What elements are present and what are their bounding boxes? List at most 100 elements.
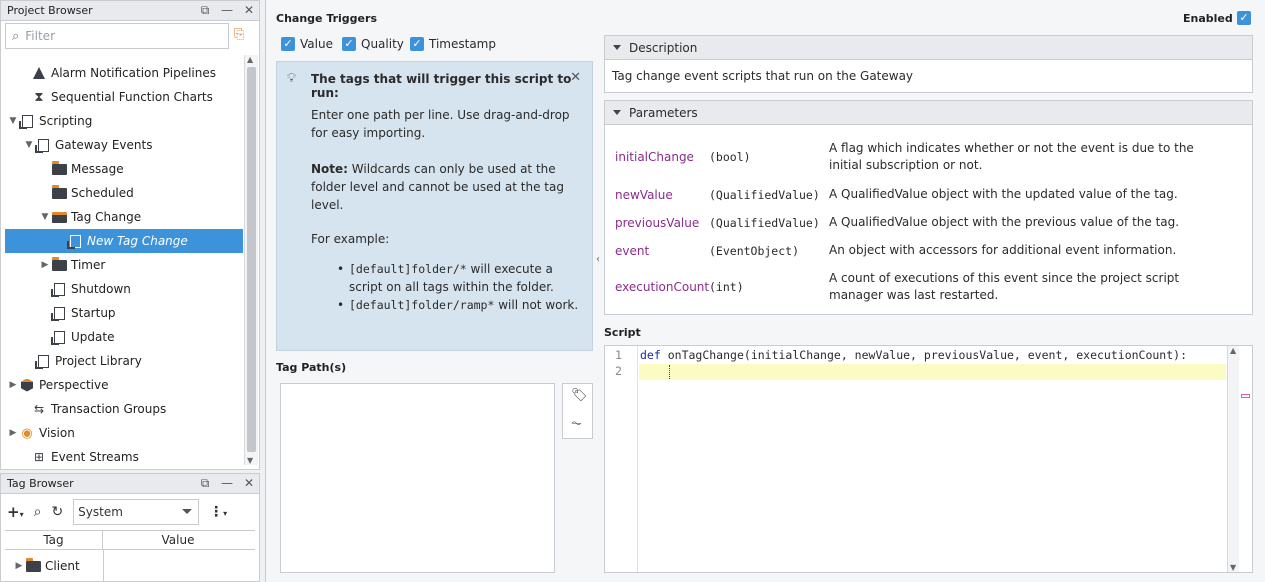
tree-item-sfc[interactable]: ⧗ Sequential Function Charts xyxy=(5,85,243,109)
param-type: (int) xyxy=(709,280,744,294)
minimize-icon[interactable]: — xyxy=(221,476,233,490)
scroll-down-icon[interactable]: ▼ xyxy=(247,456,253,465)
section-title: Parameters xyxy=(629,105,698,120)
example-text: will not work. xyxy=(494,298,579,312)
param-desc: A QualifiedValue object with the updated… xyxy=(829,187,1178,201)
perspective-icon xyxy=(19,377,35,393)
expand-icon[interactable]: ▼ xyxy=(7,116,19,126)
search-icon[interactable]: ⌕ xyxy=(34,504,42,520)
tree-item-label: Timer xyxy=(71,258,106,272)
library-icon xyxy=(34,353,51,369)
add-icon[interactable]: +▾ xyxy=(7,503,24,521)
scroll-thumb[interactable] xyxy=(247,67,256,452)
tag-provider-select[interactable]: System xyxy=(73,499,200,525)
code-scrollbar[interactable]: ▲ ▼ xyxy=(1227,346,1239,572)
param-name: previousValue xyxy=(615,215,700,230)
info-heading: The tags that will trigger this script t… xyxy=(311,72,572,100)
expand-icon[interactable]: ▶ xyxy=(13,561,25,571)
tree-item-message[interactable]: Message xyxy=(5,157,243,181)
tree-item-vision[interactable]: ▶ ◉ Vision xyxy=(5,421,243,445)
tree-item-project-library[interactable]: Project Library xyxy=(5,349,243,373)
tag-row-client[interactable]: ▶ Client xyxy=(5,554,103,578)
tree-item-label: Project Library xyxy=(55,354,142,368)
tag-paths-textarea[interactable] xyxy=(280,383,555,573)
refresh-icon[interactable]: ↻ xyxy=(51,504,63,520)
tree-item-startup[interactable]: Startup xyxy=(5,301,243,325)
scroll-up-icon[interactable]: ▲ xyxy=(1230,346,1236,355)
folder-icon xyxy=(51,184,67,201)
script-editor: Change Triggers Enabled ✓ ✓ Value ✓ Qual… xyxy=(265,0,1265,582)
parameters-header[interactable]: Parameters xyxy=(605,101,1252,125)
minimize-icon[interactable]: — xyxy=(221,3,233,17)
filter-input[interactable]: ⌕ Filter xyxy=(5,23,229,49)
restore-icon[interactable]: ⧉ xyxy=(199,476,211,490)
trigger-quality-checkbox[interactable]: ✓ Quality xyxy=(342,37,404,51)
tree-item-transaction-groups[interactable]: ⇆ Transaction Groups xyxy=(5,397,243,421)
chart-icon[interactable]: ⏦ xyxy=(571,416,582,431)
note-text: Wildcards can only be used at the folder… xyxy=(311,162,564,212)
tree-item-label: New Tag Change xyxy=(87,234,188,248)
tree-item-scripting[interactable]: ▼ Scripting xyxy=(5,109,243,133)
tag-paths-label: Tag Path(s) xyxy=(276,361,347,374)
tree-item-tag-change[interactable]: ▼ Tag Change xyxy=(5,205,243,229)
more-icon[interactable]: ⋮▾ xyxy=(209,504,227,520)
tree-item-label: Scheduled xyxy=(71,186,134,200)
tag-browser-header: Tag Browser ⧉ — ✕ xyxy=(1,474,259,494)
tree-item-new-tag-change[interactable]: New Tag Change xyxy=(5,229,243,253)
filter-placeholder: Filter xyxy=(25,29,55,43)
code-editor[interactable]: 1 2 def onTagChange(initialChange, newVa… xyxy=(604,345,1253,573)
checkbox-checked-icon: ✓ xyxy=(410,37,424,51)
panel-title: Tag Browser xyxy=(7,477,74,490)
tag-row-label: Client xyxy=(45,559,80,573)
enabled-checkbox[interactable]: ✓ xyxy=(1237,11,1251,25)
info-example-label: For example: xyxy=(311,232,390,246)
expand-icon[interactable]: ▼ xyxy=(39,212,51,222)
tree-item-perspective[interactable]: ▶ Perspective xyxy=(5,373,243,397)
col-tag[interactable]: Tag xyxy=(5,531,103,549)
param-type: (QualifiedValue) xyxy=(709,187,820,202)
locate-icon[interactable]: ⎘ xyxy=(234,27,244,42)
code-line-1: def onTagChange(initialChange, newValue,… xyxy=(640,348,1187,362)
expand-icon[interactable]: ▼ xyxy=(23,140,35,150)
param-name: executionCount xyxy=(615,280,710,294)
tag-paths-toolbar: 🏷︎ ⏦ xyxy=(562,383,593,439)
tree-item-alarm-pipelines[interactable]: Alarm Notification Pipelines xyxy=(5,61,243,85)
param-row: executionCount (int) A count of executio… xyxy=(615,270,1209,304)
change-triggers-label: Change Triggers xyxy=(276,12,377,25)
collapse-left-icon[interactable]: ‹ xyxy=(596,254,600,265)
tree-item-label: Update xyxy=(71,330,115,344)
param-name: initialChange xyxy=(615,150,694,164)
expand-icon[interactable]: ▶ xyxy=(7,428,19,438)
tree-item-label: Startup xyxy=(71,306,116,320)
script-icon xyxy=(50,305,67,321)
close-icon[interactable]: ✕ xyxy=(243,476,255,490)
scroll-up-icon[interactable]: ▲ xyxy=(247,55,253,64)
line-number: 2 xyxy=(615,364,622,378)
sfc-icon: ⧗ xyxy=(34,89,44,105)
restore-icon[interactable]: ⧉ xyxy=(199,3,211,17)
trigger-timestamp-checkbox[interactable]: ✓ Timestamp xyxy=(410,37,496,51)
tree-item-scheduled[interactable]: Scheduled xyxy=(5,181,243,205)
tree-item-event-streams[interactable]: ⊞ Event Streams xyxy=(5,445,243,465)
description-header[interactable]: Description xyxy=(605,36,1252,60)
script-icon xyxy=(50,329,67,345)
param-row: previousValue (QualifiedValue) A Qualifi… xyxy=(615,214,1209,231)
tag-icon[interactable]: 🏷︎ xyxy=(571,388,588,403)
tree-item-gateway-events[interactable]: ▼ Gateway Events xyxy=(5,133,243,157)
script-icon xyxy=(50,281,67,297)
scroll-down-icon[interactable]: ▼ xyxy=(1230,563,1236,572)
trigger-value-checkbox[interactable]: ✓ Value xyxy=(281,37,333,51)
tree-item-timer[interactable]: ▶ Timer xyxy=(5,253,243,277)
expand-icon[interactable]: ▶ xyxy=(39,260,51,270)
tree-item-label: Tag Change xyxy=(71,210,142,224)
param-desc: A QualifiedValue object with the previou… xyxy=(829,215,1180,229)
close-icon[interactable]: ✕ xyxy=(243,3,255,17)
project-tree-scrollbar[interactable]: ▲ ▼ xyxy=(244,55,258,465)
folder-icon xyxy=(25,557,41,574)
tree-item-shutdown[interactable]: Shutdown xyxy=(5,277,243,301)
expand-icon[interactable]: ▶ xyxy=(7,380,19,390)
tree-item-label: Sequential Function Charts xyxy=(51,90,213,104)
collapse-icon xyxy=(613,110,621,115)
tree-item-update[interactable]: Update xyxy=(5,325,243,349)
col-value[interactable]: Value xyxy=(103,531,253,549)
